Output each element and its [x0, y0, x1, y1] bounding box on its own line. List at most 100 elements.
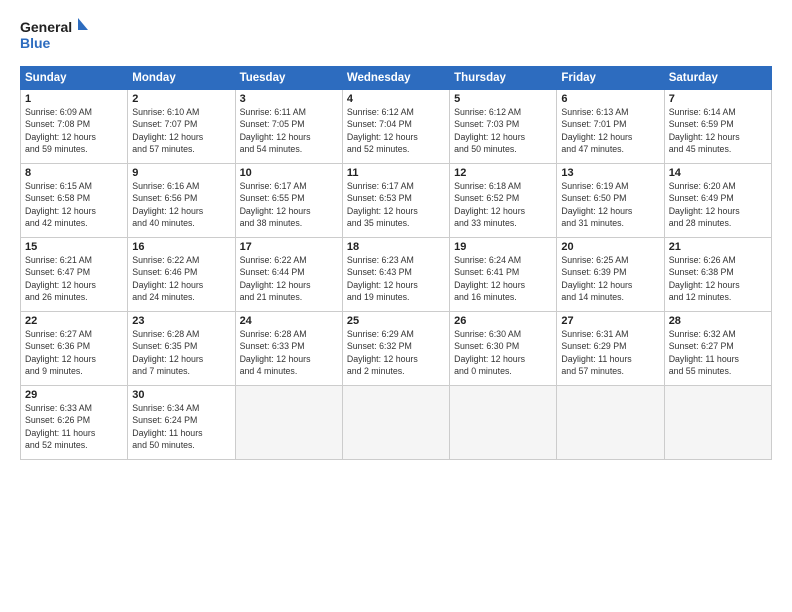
- calendar-cell: 28Sunrise: 6:32 AM Sunset: 6:27 PM Dayli…: [664, 312, 771, 386]
- calendar-cell: 18Sunrise: 6:23 AM Sunset: 6:43 PM Dayli…: [342, 238, 449, 312]
- calendar-cell: [450, 386, 557, 460]
- day-info: Sunrise: 6:34 AM Sunset: 6:24 PM Dayligh…: [132, 402, 230, 451]
- day-info: Sunrise: 6:16 AM Sunset: 6:56 PM Dayligh…: [132, 180, 230, 229]
- day-number: 20: [561, 241, 659, 253]
- calendar-cell: 20Sunrise: 6:25 AM Sunset: 6:39 PM Dayli…: [557, 238, 664, 312]
- calendar-cell: 29Sunrise: 6:33 AM Sunset: 6:26 PM Dayli…: [21, 386, 128, 460]
- day-info: Sunrise: 6:20 AM Sunset: 6:49 PM Dayligh…: [669, 180, 767, 229]
- day-number: 18: [347, 241, 445, 253]
- calendar-week-3: 15Sunrise: 6:21 AM Sunset: 6:47 PM Dayli…: [21, 238, 772, 312]
- calendar-cell: 26Sunrise: 6:30 AM Sunset: 6:30 PM Dayli…: [450, 312, 557, 386]
- calendar-cell: 25Sunrise: 6:29 AM Sunset: 6:32 PM Dayli…: [342, 312, 449, 386]
- day-number: 23: [132, 315, 230, 327]
- day-number: 21: [669, 241, 767, 253]
- calendar-cell: 1Sunrise: 6:09 AM Sunset: 7:08 PM Daylig…: [21, 90, 128, 164]
- day-number: 17: [240, 241, 338, 253]
- day-info: Sunrise: 6:22 AM Sunset: 6:46 PM Dayligh…: [132, 254, 230, 303]
- calendar-cell: 15Sunrise: 6:21 AM Sunset: 6:47 PM Dayli…: [21, 238, 128, 312]
- day-number: 28: [669, 315, 767, 327]
- day-info: Sunrise: 6:14 AM Sunset: 6:59 PM Dayligh…: [669, 106, 767, 155]
- day-number: 25: [347, 315, 445, 327]
- calendar-header-saturday: Saturday: [664, 67, 771, 90]
- calendar-cell: 5Sunrise: 6:12 AM Sunset: 7:03 PM Daylig…: [450, 90, 557, 164]
- calendar-header-sunday: Sunday: [21, 67, 128, 90]
- calendar-header-friday: Friday: [557, 67, 664, 90]
- calendar-cell: 19Sunrise: 6:24 AM Sunset: 6:41 PM Dayli…: [450, 238, 557, 312]
- day-info: Sunrise: 6:18 AM Sunset: 6:52 PM Dayligh…: [454, 180, 552, 229]
- calendar-cell: 23Sunrise: 6:28 AM Sunset: 6:35 PM Dayli…: [128, 312, 235, 386]
- calendar-cell: 10Sunrise: 6:17 AM Sunset: 6:55 PM Dayli…: [235, 164, 342, 238]
- day-info: Sunrise: 6:17 AM Sunset: 6:55 PM Dayligh…: [240, 180, 338, 229]
- day-number: 29: [25, 389, 123, 401]
- day-number: 12: [454, 167, 552, 179]
- day-number: 9: [132, 167, 230, 179]
- day-info: Sunrise: 6:12 AM Sunset: 7:03 PM Dayligh…: [454, 106, 552, 155]
- calendar-cell: 7Sunrise: 6:14 AM Sunset: 6:59 PM Daylig…: [664, 90, 771, 164]
- day-info: Sunrise: 6:26 AM Sunset: 6:38 PM Dayligh…: [669, 254, 767, 303]
- day-info: Sunrise: 6:28 AM Sunset: 6:35 PM Dayligh…: [132, 328, 230, 377]
- calendar-cell: [235, 386, 342, 460]
- calendar-cell: 12Sunrise: 6:18 AM Sunset: 6:52 PM Dayli…: [450, 164, 557, 238]
- day-info: Sunrise: 6:25 AM Sunset: 6:39 PM Dayligh…: [561, 254, 659, 303]
- calendar-cell: 2Sunrise: 6:10 AM Sunset: 7:07 PM Daylig…: [128, 90, 235, 164]
- day-number: 4: [347, 93, 445, 105]
- day-info: Sunrise: 6:28 AM Sunset: 6:33 PM Dayligh…: [240, 328, 338, 377]
- day-number: 26: [454, 315, 552, 327]
- calendar-week-1: 1Sunrise: 6:09 AM Sunset: 7:08 PM Daylig…: [21, 90, 772, 164]
- day-info: Sunrise: 6:19 AM Sunset: 6:50 PM Dayligh…: [561, 180, 659, 229]
- day-info: Sunrise: 6:21 AM Sunset: 6:47 PM Dayligh…: [25, 254, 123, 303]
- calendar-header-monday: Monday: [128, 67, 235, 90]
- day-info: Sunrise: 6:17 AM Sunset: 6:53 PM Dayligh…: [347, 180, 445, 229]
- day-info: Sunrise: 6:24 AM Sunset: 6:41 PM Dayligh…: [454, 254, 552, 303]
- calendar-table: SundayMondayTuesdayWednesdayThursdayFrid…: [20, 66, 772, 460]
- day-info: Sunrise: 6:12 AM Sunset: 7:04 PM Dayligh…: [347, 106, 445, 155]
- calendar-cell: [342, 386, 449, 460]
- day-number: 5: [454, 93, 552, 105]
- calendar-header-wednesday: Wednesday: [342, 67, 449, 90]
- calendar-cell: 14Sunrise: 6:20 AM Sunset: 6:49 PM Dayli…: [664, 164, 771, 238]
- calendar-cell: 8Sunrise: 6:15 AM Sunset: 6:58 PM Daylig…: [21, 164, 128, 238]
- day-number: 6: [561, 93, 659, 105]
- day-number: 1: [25, 93, 123, 105]
- calendar-cell: 11Sunrise: 6:17 AM Sunset: 6:53 PM Dayli…: [342, 164, 449, 238]
- day-info: Sunrise: 6:09 AM Sunset: 7:08 PM Dayligh…: [25, 106, 123, 155]
- day-number: 22: [25, 315, 123, 327]
- day-info: Sunrise: 6:10 AM Sunset: 7:07 PM Dayligh…: [132, 106, 230, 155]
- logo-svg: General Blue: [20, 16, 90, 56]
- day-info: Sunrise: 6:23 AM Sunset: 6:43 PM Dayligh…: [347, 254, 445, 303]
- day-info: Sunrise: 6:31 AM Sunset: 6:29 PM Dayligh…: [561, 328, 659, 377]
- day-number: 14: [669, 167, 767, 179]
- calendar-cell: 4Sunrise: 6:12 AM Sunset: 7:04 PM Daylig…: [342, 90, 449, 164]
- calendar-cell: 3Sunrise: 6:11 AM Sunset: 7:05 PM Daylig…: [235, 90, 342, 164]
- calendar-header-thursday: Thursday: [450, 67, 557, 90]
- day-number: 10: [240, 167, 338, 179]
- calendar-cell: 6Sunrise: 6:13 AM Sunset: 7:01 PM Daylig…: [557, 90, 664, 164]
- day-number: 7: [669, 93, 767, 105]
- calendar-cell: 21Sunrise: 6:26 AM Sunset: 6:38 PM Dayli…: [664, 238, 771, 312]
- day-number: 30: [132, 389, 230, 401]
- day-info: Sunrise: 6:30 AM Sunset: 6:30 PM Dayligh…: [454, 328, 552, 377]
- calendar-week-5: 29Sunrise: 6:33 AM Sunset: 6:26 PM Dayli…: [21, 386, 772, 460]
- day-info: Sunrise: 6:32 AM Sunset: 6:27 PM Dayligh…: [669, 328, 767, 377]
- day-number: 8: [25, 167, 123, 179]
- calendar-cell: 9Sunrise: 6:16 AM Sunset: 6:56 PM Daylig…: [128, 164, 235, 238]
- day-info: Sunrise: 6:27 AM Sunset: 6:36 PM Dayligh…: [25, 328, 123, 377]
- day-number: 11: [347, 167, 445, 179]
- calendar-cell: 16Sunrise: 6:22 AM Sunset: 6:46 PM Dayli…: [128, 238, 235, 312]
- calendar-cell: 22Sunrise: 6:27 AM Sunset: 6:36 PM Dayli…: [21, 312, 128, 386]
- day-info: Sunrise: 6:11 AM Sunset: 7:05 PM Dayligh…: [240, 106, 338, 155]
- calendar-week-4: 22Sunrise: 6:27 AM Sunset: 6:36 PM Dayli…: [21, 312, 772, 386]
- day-number: 3: [240, 93, 338, 105]
- logo: General Blue: [20, 16, 90, 56]
- day-number: 15: [25, 241, 123, 253]
- calendar-cell: 30Sunrise: 6:34 AM Sunset: 6:24 PM Dayli…: [128, 386, 235, 460]
- day-info: Sunrise: 6:15 AM Sunset: 6:58 PM Dayligh…: [25, 180, 123, 229]
- day-number: 16: [132, 241, 230, 253]
- calendar-cell: 13Sunrise: 6:19 AM Sunset: 6:50 PM Dayli…: [557, 164, 664, 238]
- day-info: Sunrise: 6:33 AM Sunset: 6:26 PM Dayligh…: [25, 402, 123, 451]
- calendar-cell: [664, 386, 771, 460]
- calendar-cell: [557, 386, 664, 460]
- svg-text:General: General: [20, 19, 72, 35]
- day-info: Sunrise: 6:22 AM Sunset: 6:44 PM Dayligh…: [240, 254, 338, 303]
- day-info: Sunrise: 6:29 AM Sunset: 6:32 PM Dayligh…: [347, 328, 445, 377]
